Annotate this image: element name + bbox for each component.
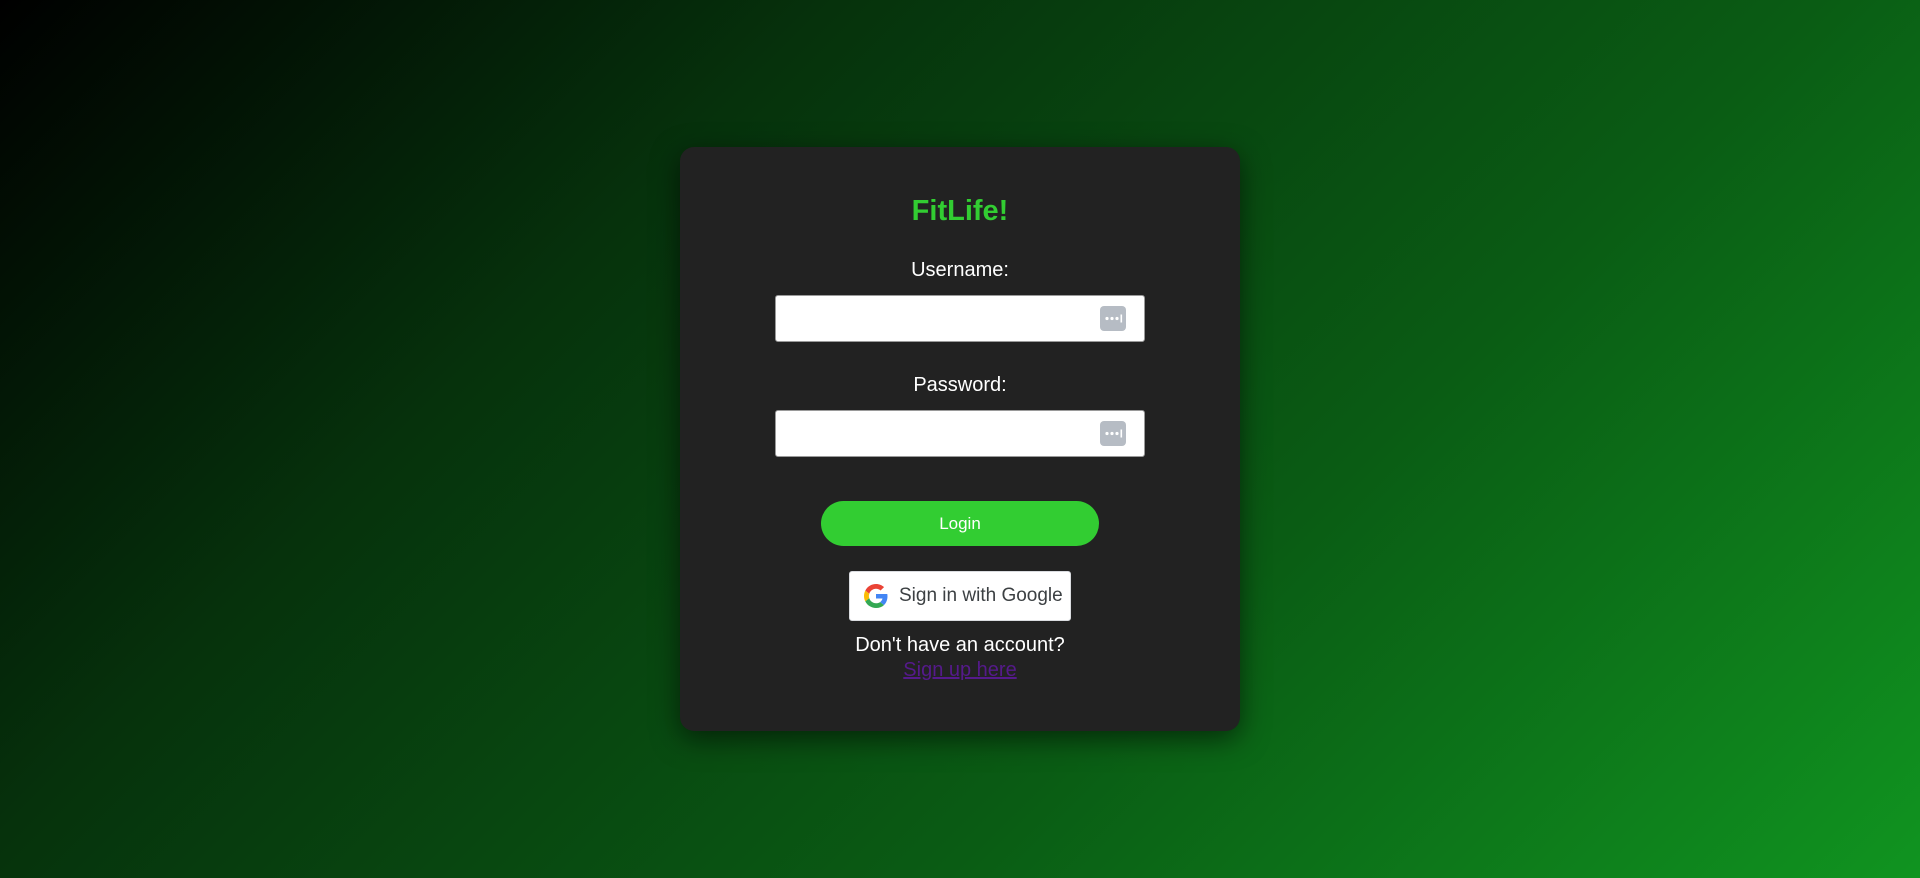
username-field-container bbox=[775, 295, 1145, 342]
password-field-container bbox=[775, 410, 1145, 457]
password-manager-icon[interactable] bbox=[1100, 306, 1126, 331]
password-label: Password: bbox=[913, 374, 1007, 396]
username-input[interactable] bbox=[776, 296, 1144, 341]
google-signin-label: Sign in with Google bbox=[899, 585, 1063, 606]
password-input[interactable] bbox=[776, 411, 1144, 456]
signup-link[interactable]: Sign up here bbox=[680, 659, 1240, 682]
username-label: Username: bbox=[911, 259, 1009, 281]
password-manager-icon[interactable] bbox=[1100, 421, 1126, 446]
login-card: FitLife! Username: Password: Login Sign … bbox=[680, 147, 1240, 731]
login-button[interactable]: Login bbox=[821, 501, 1099, 546]
no-account-text: Don't have an account? bbox=[855, 634, 1065, 656]
app-title: FitLife! bbox=[911, 195, 1009, 227]
google-g-icon bbox=[864, 584, 888, 608]
google-signin-button[interactable]: Sign in with Google bbox=[849, 571, 1071, 621]
